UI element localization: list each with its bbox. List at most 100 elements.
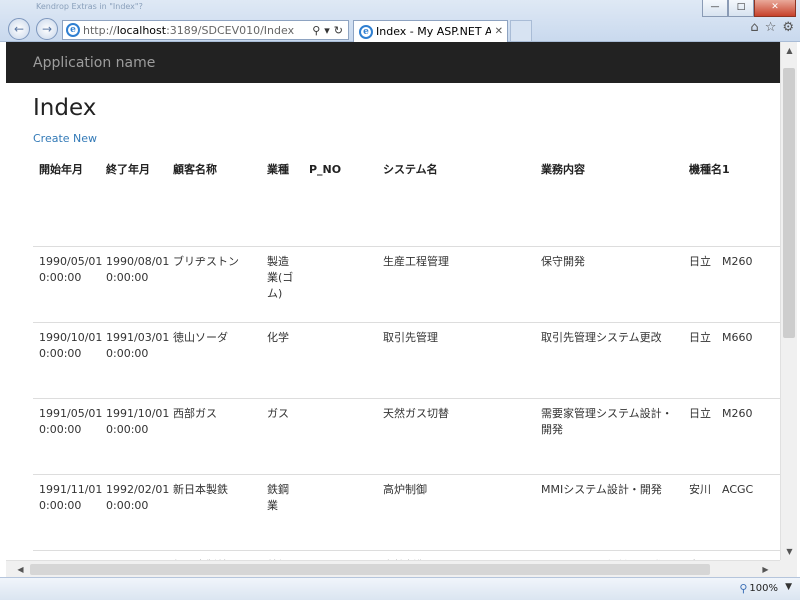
cell-end-date: 1993/01/01 <box>100 550 169 560</box>
table-header-row: 開始年月 終了年月 顧客名称 業種 P_NO システム名 業務内容 機種名1 <box>33 155 780 247</box>
records-table: 開始年月 終了年月 顧客名称 業種 P_NO システム名 業務内容 機種名1 1… <box>33 155 780 560</box>
horizontal-scroll-thumb[interactable] <box>30 564 710 575</box>
cell-model-name: 日立 M660 <box>683 322 780 399</box>
new-tab-button[interactable] <box>510 20 532 41</box>
create-new-link[interactable]: Create New <box>33 132 97 145</box>
cell-p-no <box>303 550 377 560</box>
tab-ie-icon: e <box>359 24 373 39</box>
cell-end-date: 1991/03/01 0:00:00 <box>100 322 169 399</box>
zoom-icon: ⚲ <box>739 582 748 595</box>
scroll-left-icon[interactable]: ◀ <box>12 561 29 578</box>
cell-industry: 鉄鋼 <box>261 550 303 560</box>
close-tab-icon[interactable]: ✕ <box>491 26 507 37</box>
cell-p-no <box>303 322 377 399</box>
cell-customer-name: 徳山ソーダ <box>167 322 261 399</box>
header-system-name: システム名 <box>377 155 535 247</box>
zoom-level: 100% <box>749 583 778 594</box>
forward-button[interactable]: → <box>36 18 58 40</box>
cell-system-name: 天然ガス切替 <box>377 398 535 475</box>
cell-business-content: MMIシステム設計・開発 <box>535 474 683 551</box>
cell-model-name: 安川 CP-5500 <box>683 550 780 560</box>
tab-title: Index - My ASP.NET App... <box>376 25 491 38</box>
app-brand-link[interactable]: Application name <box>33 55 155 71</box>
url-prefix: http:// <box>83 23 117 37</box>
cell-start-date: 1991/11/01 0:00:00 <box>33 474 102 551</box>
cell-end-date: 1990/08/01 0:00:00 <box>100 246 169 323</box>
cell-industry: 化学 <box>261 322 303 399</box>
cell-start-date: 1991/05/01 0:00:00 <box>33 398 102 475</box>
page-title: Index <box>33 95 97 121</box>
header-customer-name: 顧客名称 <box>167 155 261 247</box>
favorites-star-icon[interactable]: ☆ <box>765 20 777 35</box>
cell-system-name: 取引先管理 <box>377 322 535 399</box>
vertical-scrollbar[interactable]: ▲ ▼ <box>780 42 797 560</box>
scrollbar-corner <box>780 560 797 577</box>
zoom-control[interactable]: ⚲ 100% <box>739 582 778 595</box>
cell-customer-name: 新日本製鉄 <box>167 474 261 551</box>
home-icon[interactable]: ⌂ <box>750 20 758 35</box>
cell-industry: 製造業(ゴム) <box>261 246 303 323</box>
url-path: :3189/SDCEV010/Index <box>166 23 295 37</box>
status-bar: ⚲ 100% ▼ <box>0 577 800 600</box>
minimize-button[interactable]: — <box>702 0 728 17</box>
scroll-right-icon[interactable]: ▶ <box>757 561 774 578</box>
table-row: 1991/05/01 0:00:00 1991/10/01 0:00:00 西部… <box>33 398 780 475</box>
header-p-no: P_NO <box>303 155 377 247</box>
cell-industry: 鉄鋼業 <box>261 474 303 551</box>
cell-business-content: 保守開発 <box>535 246 683 323</box>
cell-business-content: MMIシステム設計・開発 <box>535 550 683 560</box>
cell-customer-name: ブリヂストン <box>167 246 261 323</box>
header-model-name: 機種名1 <box>683 155 780 247</box>
window-controls: — □ ✕ <box>702 0 796 17</box>
cell-end-date: 1991/10/01 0:00:00 <box>100 398 169 475</box>
ie-page-icon: e <box>66 23 80 37</box>
header-business-content: 業務内容 <box>535 155 683 247</box>
header-start-date: 開始年月 <box>33 155 100 247</box>
horizontal-scrollbar[interactable]: ◀ ▶ <box>6 560 780 577</box>
cell-system-name: 高炉制御 <box>377 474 535 551</box>
search-icon[interactable]: ⚲ <box>312 24 320 37</box>
table-row: 1990/05/01 0:00:00 1990/08/01 0:00:00 ブリ… <box>33 246 780 323</box>
gear-icon[interactable]: ⚙ <box>782 20 794 35</box>
cell-start-date: 1990/10/01 0:00:00 <box>33 322 102 399</box>
vertical-scroll-thumb[interactable] <box>783 68 795 338</box>
cell-industry: ガス <box>261 398 303 475</box>
window-title: Kendrop Extras in "Index"? <box>36 2 143 11</box>
table-row: 1990/10/01 0:00:00 1991/03/01 0:00:00 徳山… <box>33 322 780 399</box>
cell-p-no <box>303 246 377 323</box>
tab-index[interactable]: e Index - My ASP.NET App... ✕ <box>353 20 508 42</box>
zoom-dropdown-icon[interactable]: ▼ <box>785 582 792 592</box>
cell-p-no <box>303 474 377 551</box>
cell-business-content: 取引先管理システム更改 <box>535 322 683 399</box>
browser-chrome: Kendrop Extras in "Index"? — □ ✕ ← → e h… <box>0 0 800 42</box>
toolbar-icons: ⌂ ☆ ⚙ <box>750 20 794 35</box>
cell-customer-name: 西部ガス <box>167 398 261 475</box>
close-window-button[interactable]: ✕ <box>754 0 796 17</box>
header-end-date: 終了年月 <box>100 155 167 247</box>
url-host: localhost <box>116 23 167 37</box>
header-industry: 業種 <box>261 155 303 247</box>
cell-business-content: 需要家管理システム設計・開発 <box>535 398 683 475</box>
cell-end-date: 1992/02/01 0:00:00 <box>100 474 169 551</box>
cell-model-name: 日立 M260 <box>683 398 780 475</box>
cell-start-date: 1990/05/01 0:00:00 <box>33 246 102 323</box>
address-url[interactable]: http://localhost:3189/SDCEV010/Index <box>83 24 312 37</box>
back-button[interactable]: ← <box>8 18 30 40</box>
cell-start-date: 1992/03/01 <box>33 550 102 560</box>
scroll-up-icon[interactable]: ▲ <box>781 42 798 59</box>
cell-p-no <box>303 398 377 475</box>
table-row: 1991/11/01 0:00:00 1992/02/01 0:00:00 新日… <box>33 474 780 551</box>
cell-customer-name: 新日本製鉄 <box>167 550 261 560</box>
refresh-icon[interactable]: ↻ <box>334 24 343 37</box>
cell-model-name: 日立 M260 <box>683 246 780 323</box>
scroll-down-icon[interactable]: ▼ <box>781 543 798 560</box>
table-row: 1992/03/01 1993/01/01 新日本製鉄 鉄鋼 高炉制御 MMIシ… <box>33 550 780 560</box>
dropdown-arrow-icon[interactable]: ▾ <box>324 24 330 37</box>
cell-model-name: 安川 ACGC <box>683 474 780 551</box>
address-bar-actions: ⚲ ▾ ↻ <box>312 24 348 37</box>
maximize-button[interactable]: □ <box>728 0 754 17</box>
cell-system-name: 高炉制御 <box>377 550 535 560</box>
page-viewport: Application name Index Create New 開始年月 終… <box>6 42 780 560</box>
cell-system-name: 生産工程管理 <box>377 246 535 323</box>
address-bar[interactable]: e http://localhost:3189/SDCEV010/Index ⚲… <box>62 20 349 40</box>
